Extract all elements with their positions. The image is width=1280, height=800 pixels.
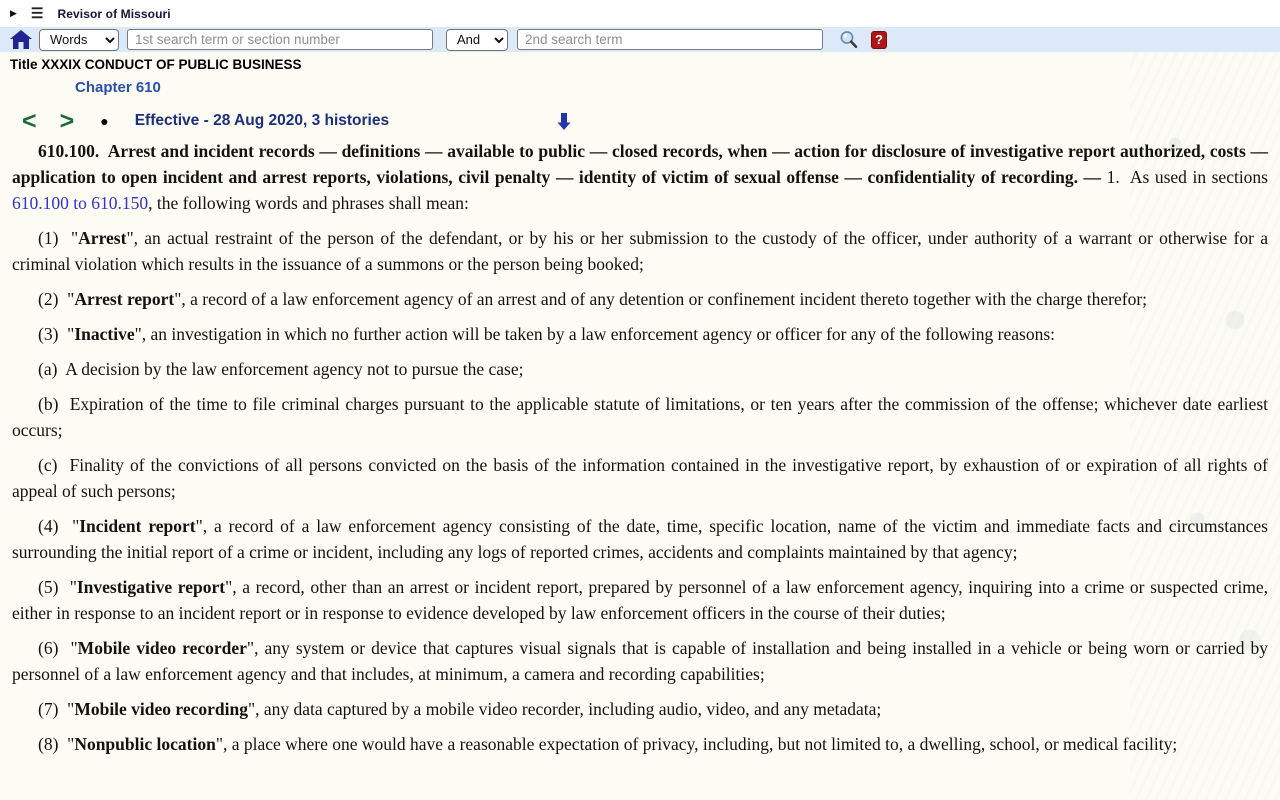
- statute-paragraph: (4) "Incident report", a record of a law…: [12, 513, 1268, 565]
- statute-paragraph: (2) "Arrest report", a record of a law e…: [12, 286, 1268, 312]
- breadcrumb: Title XXXIX CONDUCT OF PUBLIC BUSINESS C…: [0, 52, 1280, 97]
- text-segment: ", a place where one would have a reason…: [215, 734, 1178, 754]
- statute-paragraph: (1) "Arrest", an actual restraint of the…: [12, 225, 1268, 277]
- home-icon[interactable]: [10, 30, 32, 49]
- title-heading: Title XXXIX CONDUCT OF PUBLIC BUSINESS: [10, 57, 302, 72]
- text-segment: ", a record of a law enforcement agency …: [174, 289, 1148, 309]
- statute-body: 610.100. Arrest and incident records — d…: [0, 132, 1280, 757]
- text-segment: Incident report: [79, 516, 196, 536]
- text-segment: 1. As used in sections: [1106, 167, 1268, 187]
- text-segment: Mobile video recording: [74, 699, 248, 719]
- prev-section-button[interactable]: <: [22, 109, 37, 134]
- app-title: Revisor of Missouri: [57, 6, 171, 21]
- statute-paragraph: (8) "Nonpublic location", a place where …: [12, 731, 1268, 757]
- hamburger-menu-icon[interactable]: ☰: [31, 5, 44, 22]
- text-segment: (5) ": [38, 577, 77, 597]
- text-segment: Arrest report: [74, 289, 175, 309]
- text-segment: Inactive: [74, 324, 135, 344]
- text-segment: (c) Finality of the convictions of all p…: [12, 455, 1268, 501]
- section-nav-row: < > ● Effective - 28 Aug 2020, 3 histori…: [0, 109, 1280, 134]
- statute-paragraph: (c) Finality of the convictions of all p…: [12, 452, 1268, 504]
- statute-cross-reference-link[interactable]: 610.100 to 610.150: [12, 193, 148, 213]
- text-segment: (6) ": [38, 638, 78, 658]
- text-segment: Mobile video recorder: [77, 638, 247, 658]
- text-segment: ", an actual restraint of the person of …: [12, 228, 1268, 274]
- statute-paragraph: (b) Expiration of the time to file crimi…: [12, 391, 1268, 443]
- text-segment: (4) ": [38, 516, 80, 536]
- search-toolbar: Words And ?: [0, 27, 1280, 52]
- text-segment: Nonpublic location: [74, 734, 216, 754]
- statute-paragraph: (7) "Mobile video recording", any data c…: [12, 696, 1268, 722]
- effective-date-label[interactable]: Effective - 28 Aug 2020, 3 histories: [135, 112, 389, 130]
- search-icon[interactable]: [839, 30, 858, 49]
- text-segment: ", an investigation in which no further …: [134, 324, 1056, 344]
- text-segment: (2) ": [38, 289, 75, 309]
- chapter-link[interactable]: Chapter 610: [75, 79, 161, 96]
- text-segment: ", any data captured by a mobile video r…: [248, 699, 882, 719]
- statute-paragraph: (3) "Inactive", an investigation in whic…: [12, 321, 1268, 347]
- search-input-1[interactable]: [127, 29, 433, 50]
- search-operator-select[interactable]: And: [446, 28, 508, 51]
- text-segment: 610.100. Arrest and incident records — d…: [12, 141, 1268, 187]
- bullet-icon: ●: [100, 113, 109, 129]
- text-segment: (3) ": [38, 324, 75, 344]
- text-segment: (8) ": [38, 734, 75, 754]
- text-segment: (b) Expiration of the time to file crimi…: [12, 394, 1268, 440]
- text-segment: (7) ": [38, 699, 75, 719]
- next-section-button[interactable]: >: [60, 109, 75, 134]
- statute-paragraph: 610.100. Arrest and incident records — d…: [12, 138, 1268, 216]
- text-segment: (a) A decision by the law enforcement ag…: [38, 359, 524, 379]
- text-segment: , the following words and phrases shall …: [148, 193, 469, 213]
- expand-caret-icon[interactable]: ▶: [10, 8, 17, 19]
- statute-paragraph: (6) "Mobile video recorder", any system …: [12, 635, 1268, 687]
- statute-paragraph: (5) "Investigative report", a record, ot…: [12, 574, 1268, 626]
- text-segment: Investigative report: [76, 577, 226, 597]
- text-segment: Arrest: [78, 228, 127, 248]
- search-mode-select[interactable]: Words: [39, 28, 119, 51]
- down-arrow-icon[interactable]: [556, 112, 572, 130]
- text-segment: (1) ": [38, 228, 79, 248]
- statute-paragraph: (a) A decision by the law enforcement ag…: [12, 356, 1268, 382]
- help-icon[interactable]: ?: [871, 30, 887, 49]
- text-segment: ", a record of a law enforcement agency …: [12, 516, 1268, 562]
- search-input-2[interactable]: [517, 29, 823, 50]
- window-title-bar: ▶ ☰ Revisor of Missouri: [0, 0, 1280, 27]
